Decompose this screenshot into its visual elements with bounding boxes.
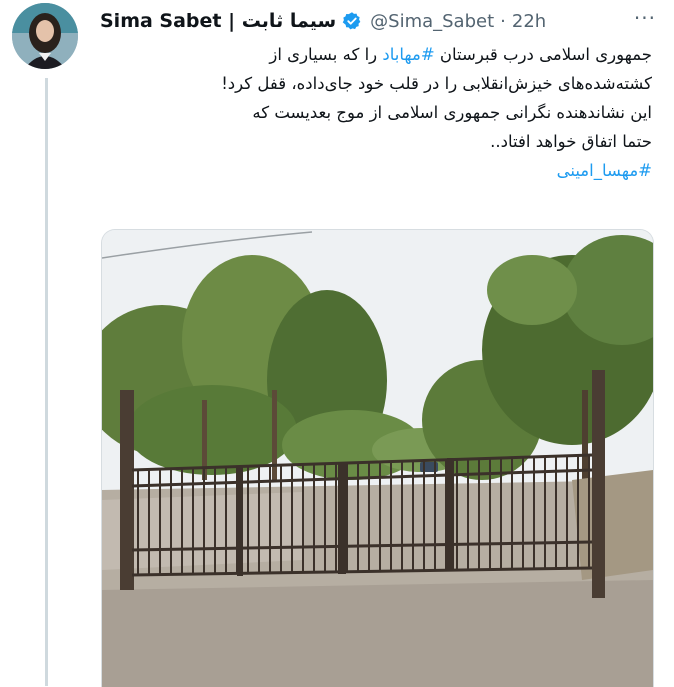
tweet-timestamp[interactable]: 22h	[512, 11, 546, 32]
avatar[interactable]	[12, 3, 78, 69]
author-handle[interactable]: @Sima_Sabet	[370, 11, 494, 32]
tweet-header: Sima Sabet | سیما ثابت @Sima_Sabet · 22h…	[100, 6, 656, 36]
hashtag-mahsa-amini-link[interactable]: #مهسا_امینی	[100, 156, 652, 185]
text-segment: جمهوری اسلامی درب قبرستان	[434, 45, 652, 64]
hashtag-mahabad-link[interactable]: #مهاباد	[382, 45, 434, 64]
separator-dot: ·	[500, 10, 506, 32]
verified-badge-icon	[342, 11, 362, 31]
thread-line	[45, 78, 48, 686]
tweet-text-line-3: این نشاندهنده نگرانی جمهوری اسلامی از مو…	[252, 103, 652, 122]
tweet-photo[interactable]	[101, 229, 654, 687]
tweet-text-line-4: حتما اتفاق خواهد افتاد..	[490, 132, 652, 151]
author-name[interactable]: Sima Sabet | سیما ثابت	[100, 10, 336, 32]
tweet-text-line-2: کشته‌شده‌های خیزش‌انقلابی را در قلب خود …	[221, 74, 652, 93]
tweet-text: جمهوری اسلامی درب قبرستان #مهاباد را که …	[100, 40, 652, 185]
more-horizontal-icon[interactable]: ···	[634, 8, 656, 34]
tweet-text-line-1: جمهوری اسلامی درب قبرستان #مهاباد را که …	[100, 40, 652, 69]
text-segment: را که بسیاری از	[269, 45, 383, 64]
